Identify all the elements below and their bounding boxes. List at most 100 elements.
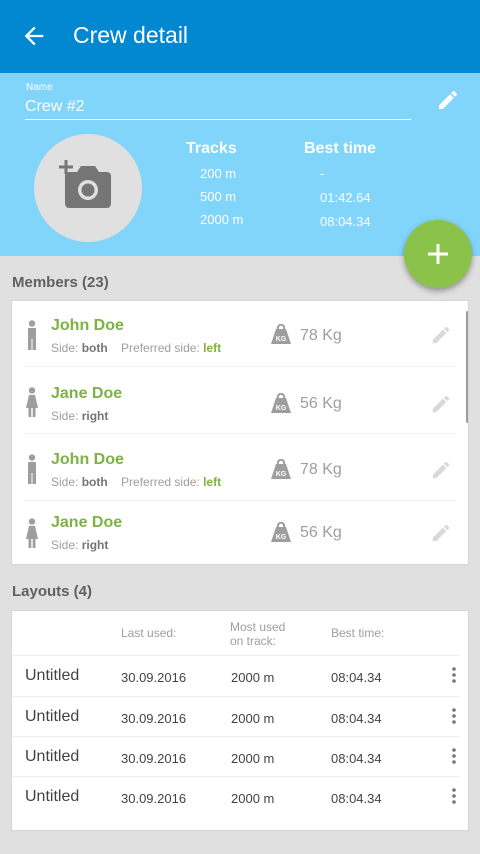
member-row[interactable]: Jane Doe Side: right KG 56 Kg	[12, 502, 468, 564]
edit-member-icon[interactable]	[430, 522, 452, 544]
best-time-header: Best time	[304, 140, 377, 157]
layout-best-time: 08:04.34	[331, 791, 382, 806]
member-name: John Doe	[51, 317, 124, 334]
member-row[interactable]: Jane Doe Side: right KG 56 Kg	[12, 368, 468, 434]
edit-member-icon[interactable]	[430, 324, 452, 346]
preferred-side: Preferred side: left	[121, 475, 221, 489]
crew-photo-button[interactable]	[34, 134, 142, 242]
kg-weight-icon: KG	[271, 324, 291, 344]
svg-text:KG: KG	[276, 336, 287, 343]
members-scrollbar[interactable]	[466, 311, 468, 423]
layout-most-used: 2000 m	[231, 711, 275, 726]
divider	[12, 736, 460, 737]
layout-last-used: 30.09.2016	[121, 670, 187, 685]
edit-member-icon[interactable]	[430, 459, 452, 481]
divider	[24, 433, 456, 434]
best-time-value: 01:42.64	[320, 190, 371, 205]
arrow-left-icon[interactable]	[20, 22, 48, 50]
column-header-most-used-line2: on track:	[230, 634, 277, 648]
member-weight: 78 Kg	[300, 461, 342, 478]
name-field-label: Name	[26, 82, 53, 93]
edit-name-icon[interactable]	[436, 88, 460, 112]
divider	[12, 776, 460, 777]
member-name: Jane Doe	[51, 514, 123, 531]
member-side: Side: right	[51, 409, 108, 423]
layout-most-used: 2000 m	[231, 791, 275, 806]
layout-row[interactable]: Untitled 30.09.2016 2000 m 08:04.34	[12, 696, 468, 736]
members-list[interactable]: John Doe Side: both Preferred side: left…	[11, 300, 469, 565]
plus-icon	[428, 244, 448, 264]
member-weight: 78 Kg	[300, 327, 342, 344]
layouts-title: Layouts (4)	[12, 583, 93, 600]
side-value: both	[81, 341, 108, 355]
layout-last-used: 30.09.2016	[121, 711, 187, 726]
more-vertical-icon[interactable]	[452, 708, 456, 724]
svg-text:KG: KG	[276, 405, 287, 412]
column-header-most-used: Most used on track:	[230, 620, 285, 648]
layout-name: Untitled	[25, 748, 80, 765]
side-label: Side:	[51, 409, 79, 423]
layout-name: Untitled	[25, 788, 80, 805]
svg-text:KG: KG	[276, 534, 287, 541]
more-vertical-icon[interactable]	[452, 748, 456, 764]
page-title: Crew detail	[73, 22, 189, 48]
app-bar: Crew detail	[0, 0, 480, 73]
layout-most-used: 2000 m	[231, 751, 275, 766]
add-photo-icon	[57, 160, 111, 208]
layout-name: Untitled	[25, 667, 80, 684]
best-time-value: 08:04.34	[320, 214, 371, 229]
layout-last-used: 30.09.2016	[121, 751, 187, 766]
layout-row[interactable]: Untitled 30.09.2016 2000 m 08:04.34	[12, 776, 468, 816]
track-value: 2000 m	[200, 212, 244, 227]
edit-member-icon[interactable]	[430, 393, 452, 415]
layout-last-used: 30.09.2016	[121, 791, 187, 806]
male-icon	[28, 320, 36, 350]
layout-best-time: 08:04.34	[331, 711, 382, 726]
members-title: Members (23)	[12, 274, 109, 291]
svg-text:KG: KG	[276, 471, 287, 478]
member-name: Jane Doe	[51, 385, 123, 402]
add-member-fab[interactable]	[404, 220, 472, 288]
preferred-side-value: left	[203, 475, 222, 489]
side-value: both	[81, 475, 108, 489]
layout-most-used: 2000 m	[231, 670, 275, 685]
preferred-side-value: left	[203, 341, 222, 355]
side-label: Side:	[51, 341, 79, 355]
side-value: right	[81, 409, 109, 423]
divider	[24, 500, 456, 501]
crew-name-field[interactable]: Crew #2	[25, 98, 411, 120]
member-row[interactable]: John Doe Side: both Preferred side: left…	[12, 435, 468, 501]
layout-best-time: 08:04.34	[331, 670, 382, 685]
tracks-header: Tracks	[186, 140, 237, 157]
male-icon	[28, 454, 36, 484]
layout-row[interactable]: Untitled 30.09.2016 2000 m 08:04.34	[12, 736, 468, 776]
layout-best-time: 08:04.34	[331, 751, 382, 766]
track-value: 500 m	[200, 189, 237, 204]
track-value: 200 m	[200, 166, 237, 181]
layout-name: Untitled	[25, 708, 80, 725]
preferred-side-label: Preferred side:	[121, 341, 200, 355]
column-header-most-used-line1: Most used	[230, 620, 286, 634]
divider	[24, 366, 456, 367]
preferred-side-label: Preferred side:	[121, 475, 200, 489]
preferred-side: Preferred side: left	[121, 341, 221, 355]
female-icon	[26, 387, 38, 417]
kg-weight-icon: KG	[271, 522, 291, 542]
member-weight: 56 Kg	[300, 524, 342, 541]
kg-weight-icon: KG	[271, 459, 291, 479]
member-side: Side: both Preferred side: left	[51, 341, 221, 355]
column-header-best-time: Best time:	[331, 626, 385, 640]
more-vertical-icon[interactable]	[452, 667, 456, 683]
side-label: Side:	[51, 475, 79, 489]
crew-header: Name Crew #2 Tracks Best time 200 m 500 …	[0, 73, 480, 256]
column-header-last-used: Last used:	[121, 626, 177, 640]
member-side: Side: both Preferred side: left	[51, 475, 221, 489]
more-vertical-icon[interactable]	[452, 788, 456, 804]
best-time-value: -	[320, 166, 325, 181]
side-value: right	[81, 538, 109, 552]
member-name: John Doe	[51, 451, 124, 468]
side-label: Side:	[51, 538, 79, 552]
layout-row[interactable]: Untitled 30.09.2016 2000 m 08:04.34	[12, 655, 468, 695]
member-row[interactable]: John Doe Side: both Preferred side: left…	[12, 301, 468, 367]
layouts-table: Last used: Most used on track: Best time…	[11, 610, 469, 831]
